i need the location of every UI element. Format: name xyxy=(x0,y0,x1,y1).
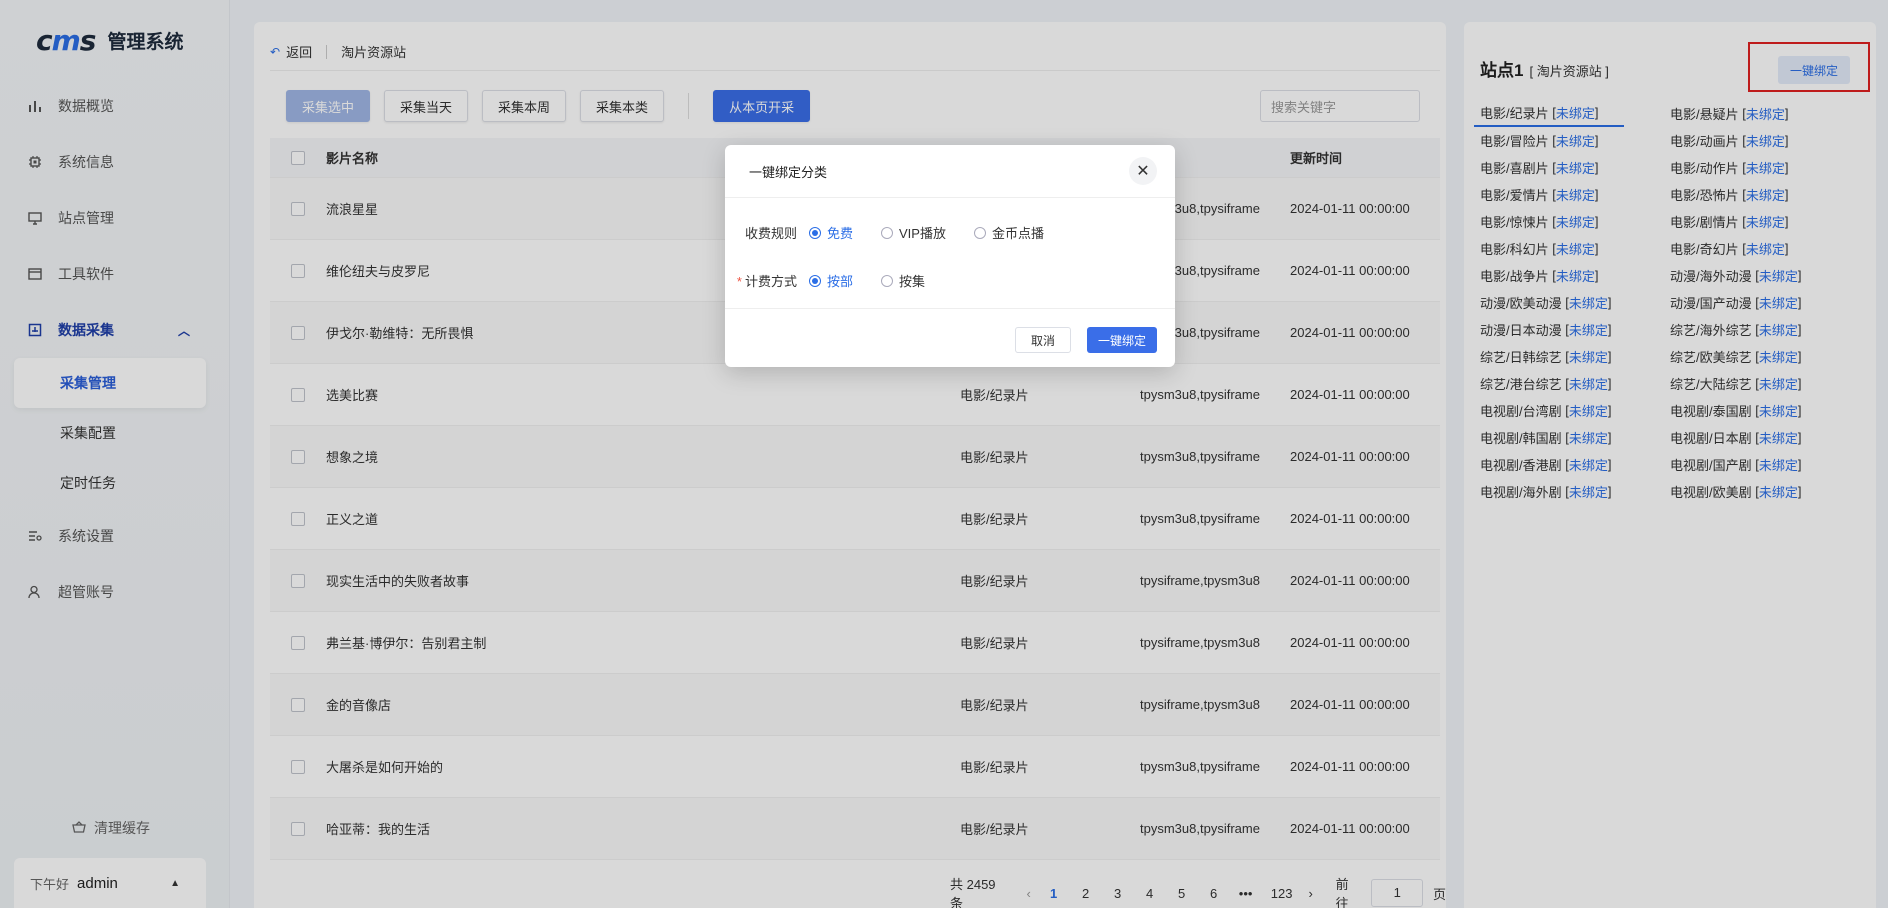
fee-coin-radio[interactable]: 金币点播 xyxy=(973,223,1044,242)
billing-method-label: * 计费方式 xyxy=(736,274,797,289)
fee-rule-row: 收费规则 免费 VIP播放 金币点播 xyxy=(725,223,1072,242)
bill-per-title-radio[interactable]: 按部 xyxy=(809,271,853,290)
bind-category-dialog: 一键绑定分类 ✕ 收费规则 免费 VIP播放 金币点播 * 计费方式 按部 按集 … xyxy=(725,145,1175,367)
fee-rule-label: 收费规则 xyxy=(744,226,797,241)
radio-dot xyxy=(881,226,894,239)
radio-dot xyxy=(881,274,894,287)
bill-per-episode-radio[interactable]: 按集 xyxy=(881,271,925,290)
dialog-footer-divider xyxy=(725,308,1175,309)
billing-method-row: * 计费方式 按部 按集 xyxy=(725,271,953,290)
fee-vip-radio[interactable]: VIP播放 xyxy=(881,223,946,242)
radio-dot xyxy=(809,226,821,239)
radio-dot xyxy=(809,274,821,287)
modal-overlay[interactable] xyxy=(0,0,1888,908)
dialog-header-divider xyxy=(725,197,1175,198)
cancel-button[interactable]: 取消 xyxy=(1015,327,1071,353)
dialog-title: 一键绑定分类 xyxy=(749,165,828,180)
fee-free-radio[interactable]: 免费 xyxy=(809,223,853,242)
radio-dot xyxy=(973,226,986,239)
confirm-bind-button[interactable]: 一键绑定 xyxy=(1087,327,1157,353)
close-icon[interactable]: ✕ xyxy=(1129,157,1157,185)
